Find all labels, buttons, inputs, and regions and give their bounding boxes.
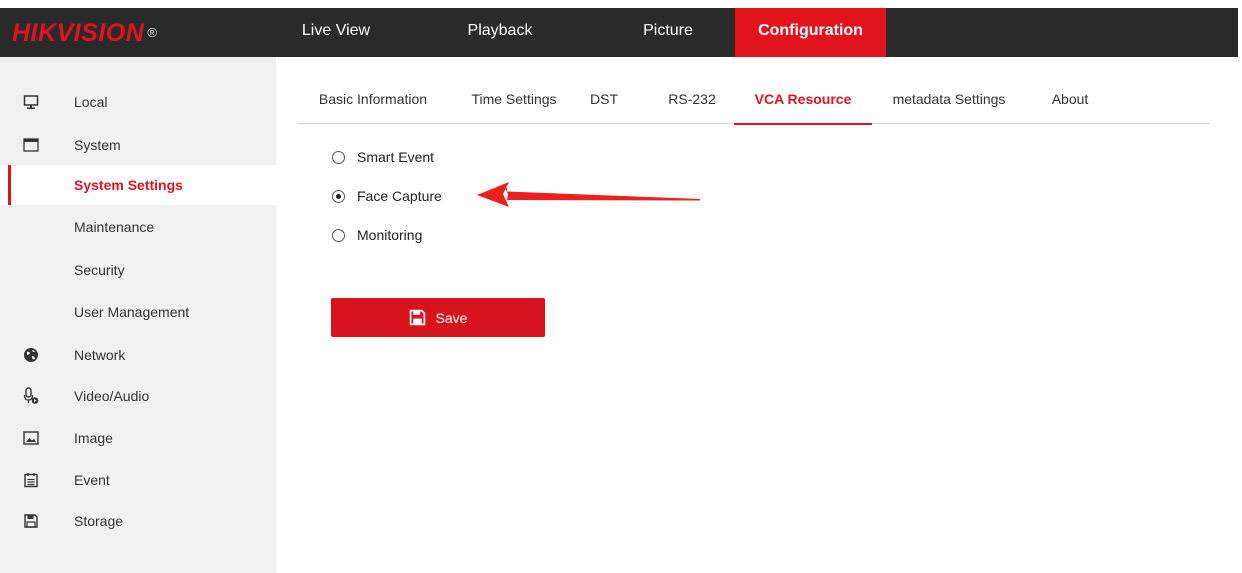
nav-playback[interactable]: Playback <box>440 8 560 57</box>
radio-button[interactable] <box>332 150 345 164</box>
red-arrow-annotation <box>477 182 700 207</box>
tab-vca-resource[interactable]: VCA Resource <box>734 78 872 125</box>
logo-rest: VISION <box>56 19 145 47</box>
microphone-icon <box>23 387 39 404</box>
sidebar-item-user-management[interactable]: User Management <box>0 292 276 332</box>
nav-picture[interactable]: Picture <box>608 8 728 57</box>
sidebar-item-label: System <box>74 137 121 153</box>
sidebar-item-video-audio[interactable]: Video/Audio <box>0 376 276 416</box>
save-button[interactable]: Save <box>331 298 545 337</box>
registered-mark: ® <box>147 25 158 40</box>
sidebar-item-label: Storage <box>74 513 124 529</box>
sidebar-item-label: Event <box>74 472 110 488</box>
option-smart-event[interactable]: Smart Event <box>332 147 434 167</box>
sidebar: Local System System Settings Maintenance… <box>0 57 276 573</box>
floppy-icon <box>23 513 39 529</box>
sidebar-item-network[interactable]: Network <box>0 335 276 375</box>
calendar-icon <box>23 472 39 488</box>
sidebar-item-local[interactable]: Local <box>0 82 276 122</box>
sidebar-item-maintenance[interactable]: Maintenance <box>0 207 276 247</box>
tab-basic-information[interactable]: Basic Information <box>298 78 448 124</box>
sidebar-item-label: Maintenance <box>74 219 155 235</box>
tab-rs-232[interactable]: RS-232 <box>654 78 730 124</box>
nav-configuration[interactable]: Configuration <box>735 8 886 57</box>
sidebar-item-image[interactable]: Image <box>0 418 276 458</box>
sidebar-item-label: Local <box>74 94 108 110</box>
image-icon <box>23 430 39 446</box>
tab-time-settings[interactable]: Time Settings <box>456 78 572 124</box>
tab-dst[interactable]: DST <box>582 78 626 124</box>
tab-metadata-settings[interactable]: metadata Settings <box>878 78 1020 124</box>
tab-about[interactable]: About <box>1038 78 1102 124</box>
floppy-icon <box>409 309 425 326</box>
sidebar-item-security[interactable]: Security <box>0 250 276 290</box>
logo-prefix: HIK <box>12 19 57 47</box>
option-monitoring[interactable]: Monitoring <box>332 225 422 245</box>
sidebar-item-label: System Settings <box>74 177 183 193</box>
save-button-label: Save <box>435 309 468 326</box>
sidebar-item-label: Image <box>74 430 113 446</box>
sidebar-item-label: User Management <box>74 304 190 320</box>
globe-icon <box>23 347 39 363</box>
radio-button-selected[interactable] <box>332 189 345 203</box>
sidebar-item-event[interactable]: Event <box>0 460 276 500</box>
radio-button[interactable] <box>332 228 345 242</box>
option-face-capture[interactable]: Face Capture <box>332 186 442 206</box>
sidebar-item-system-settings[interactable]: System Settings <box>0 165 276 205</box>
sidebar-item-label: Network <box>74 347 126 363</box>
hikvision-logo: HIKVISION ® <box>12 20 157 46</box>
sidebar-item-label: Security <box>74 262 125 278</box>
option-label: Smart Event <box>357 149 435 165</box>
sidebar-item-storage[interactable]: Storage <box>0 501 276 541</box>
option-label: Monitoring <box>357 227 423 243</box>
sidebar-item-system[interactable]: System <box>0 125 276 165</box>
option-label: Face Capture <box>357 188 442 204</box>
top-nav-bar: HIKVISION ® Live View Playback Picture Co… <box>0 8 1238 57</box>
nav-live-view[interactable]: Live View <box>288 8 384 57</box>
config-subtabs: Basic Information Time Settings DST RS-2… <box>298 78 1210 125</box>
sidebar-item-label: Video/Audio <box>74 388 150 404</box>
window-icon <box>23 137 39 153</box>
monitor-icon <box>23 94 39 110</box>
